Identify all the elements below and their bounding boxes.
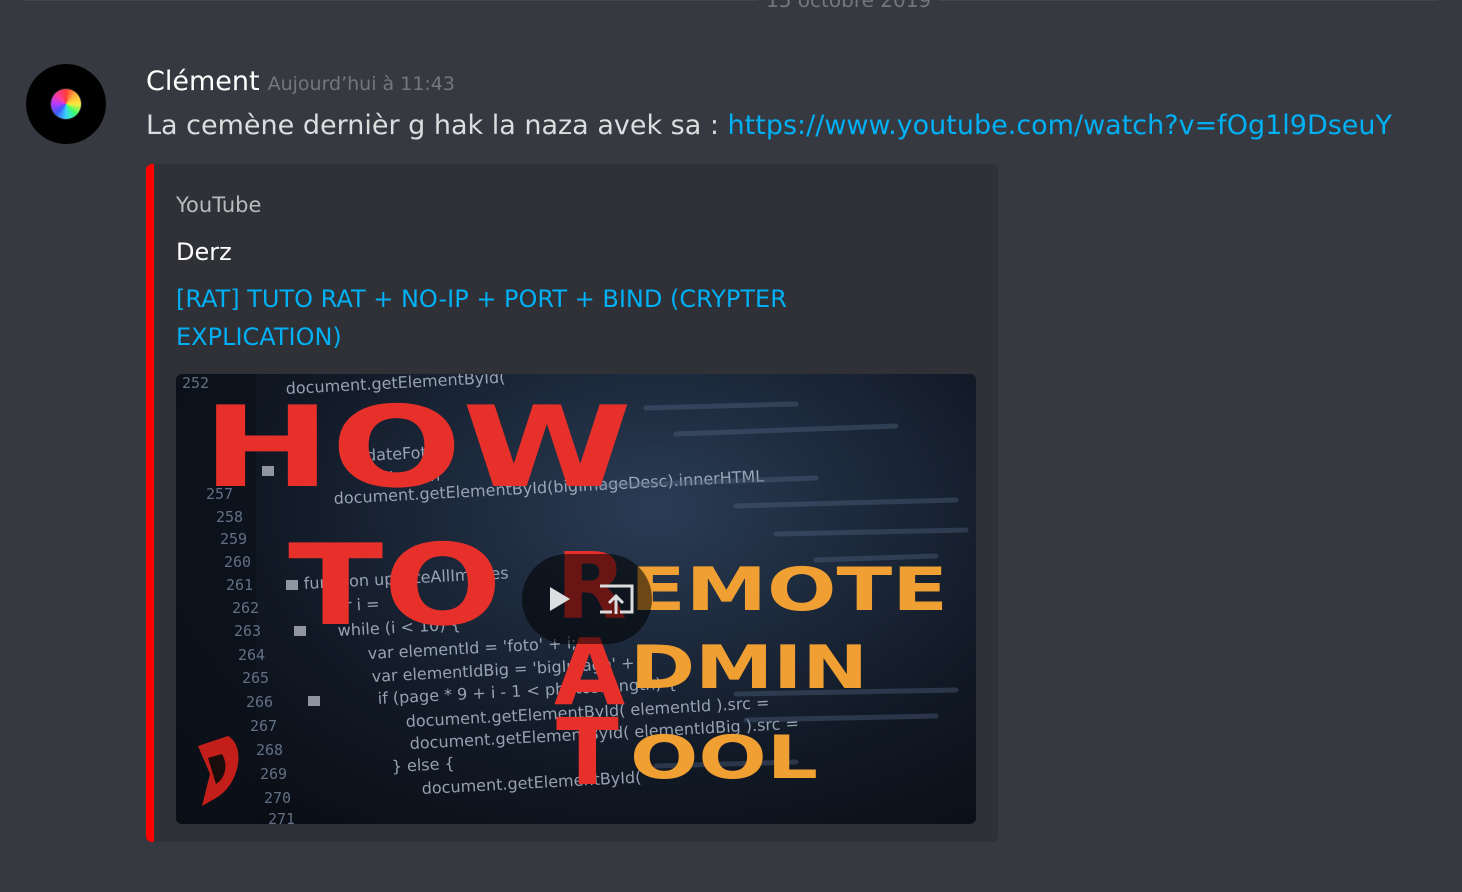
youtube-embed: YouTube Derz [RAT] TUTO RAT + NO-IP + PO…	[146, 164, 998, 842]
timestamp: Aujourd’hui à 11:43	[267, 73, 455, 95]
line-number: 260	[224, 553, 251, 571]
line-number: 264	[238, 646, 265, 664]
line-number: 265	[242, 669, 269, 687]
line-number: 267	[250, 717, 277, 735]
video-controls	[522, 554, 652, 644]
open-external-icon[interactable]	[596, 578, 636, 620]
line-number: 259	[220, 530, 247, 548]
acronym-words: EMOTE DMIN OOL	[630, 555, 948, 793]
avatar[interactable]	[26, 64, 106, 144]
embed-title-line-1[interactable]: [RAT] TUTO RAT + NO-IP + PORT + BIND (CR…	[176, 280, 856, 318]
divider-line	[24, 0, 1438, 1]
message-header: Clément Aujourd’hui à 11:43	[146, 64, 455, 100]
line-number: 271	[268, 810, 295, 824]
embed-author[interactable]: Derz	[176, 236, 232, 268]
date-divider: 15 octobre 2019	[0, 0, 1462, 14]
embed-video-title[interactable]: [RAT] TUTO RAT + NO-IP + PORT + BIND (CR…	[176, 280, 856, 356]
line-number: 262	[232, 599, 259, 617]
headline-to: TO	[288, 521, 502, 651]
message-content: La cemène dernièr g hak la naza avek sa …	[146, 107, 1392, 145]
embed-accent-stripe	[146, 164, 154, 842]
line-number: 270	[264, 789, 291, 807]
avatar-rainbow-icon	[51, 89, 81, 119]
chat-view: 15 octobre 2019 Clément Aujourd’hui à 11:…	[0, 0, 1462, 892]
code-line: } else {	[391, 754, 455, 776]
line-number: 261	[226, 576, 253, 594]
date-divider-label: 15 octobre 2019	[758, 0, 940, 14]
username[interactable]: Clément	[146, 66, 260, 97]
message-link[interactable]: https://www.youtube.com/watch?v=fOg1l9Ds…	[728, 110, 1392, 141]
word-dmin: DMIN	[630, 633, 868, 703]
line-number: 269	[260, 765, 287, 783]
video-thumbnail[interactable]: 252 257 258 259 260 261 262 263 264 265 …	[176, 374, 976, 824]
word-emote: EMOTE	[630, 555, 948, 625]
message-text: La cemène dernièr g hak la naza avek sa …	[146, 110, 728, 141]
word-ool: OOL	[630, 723, 818, 793]
play-icon[interactable]	[538, 578, 578, 620]
embed-provider[interactable]: YouTube	[176, 190, 261, 220]
line-number: 266	[246, 693, 273, 711]
line-number: 268	[256, 741, 283, 759]
embed-title-line-2[interactable]: EXPLICATION)	[176, 318, 856, 356]
line-number: 263	[234, 622, 261, 640]
headline-how: HOW	[202, 383, 632, 513]
acronym-t: T	[556, 699, 619, 806]
